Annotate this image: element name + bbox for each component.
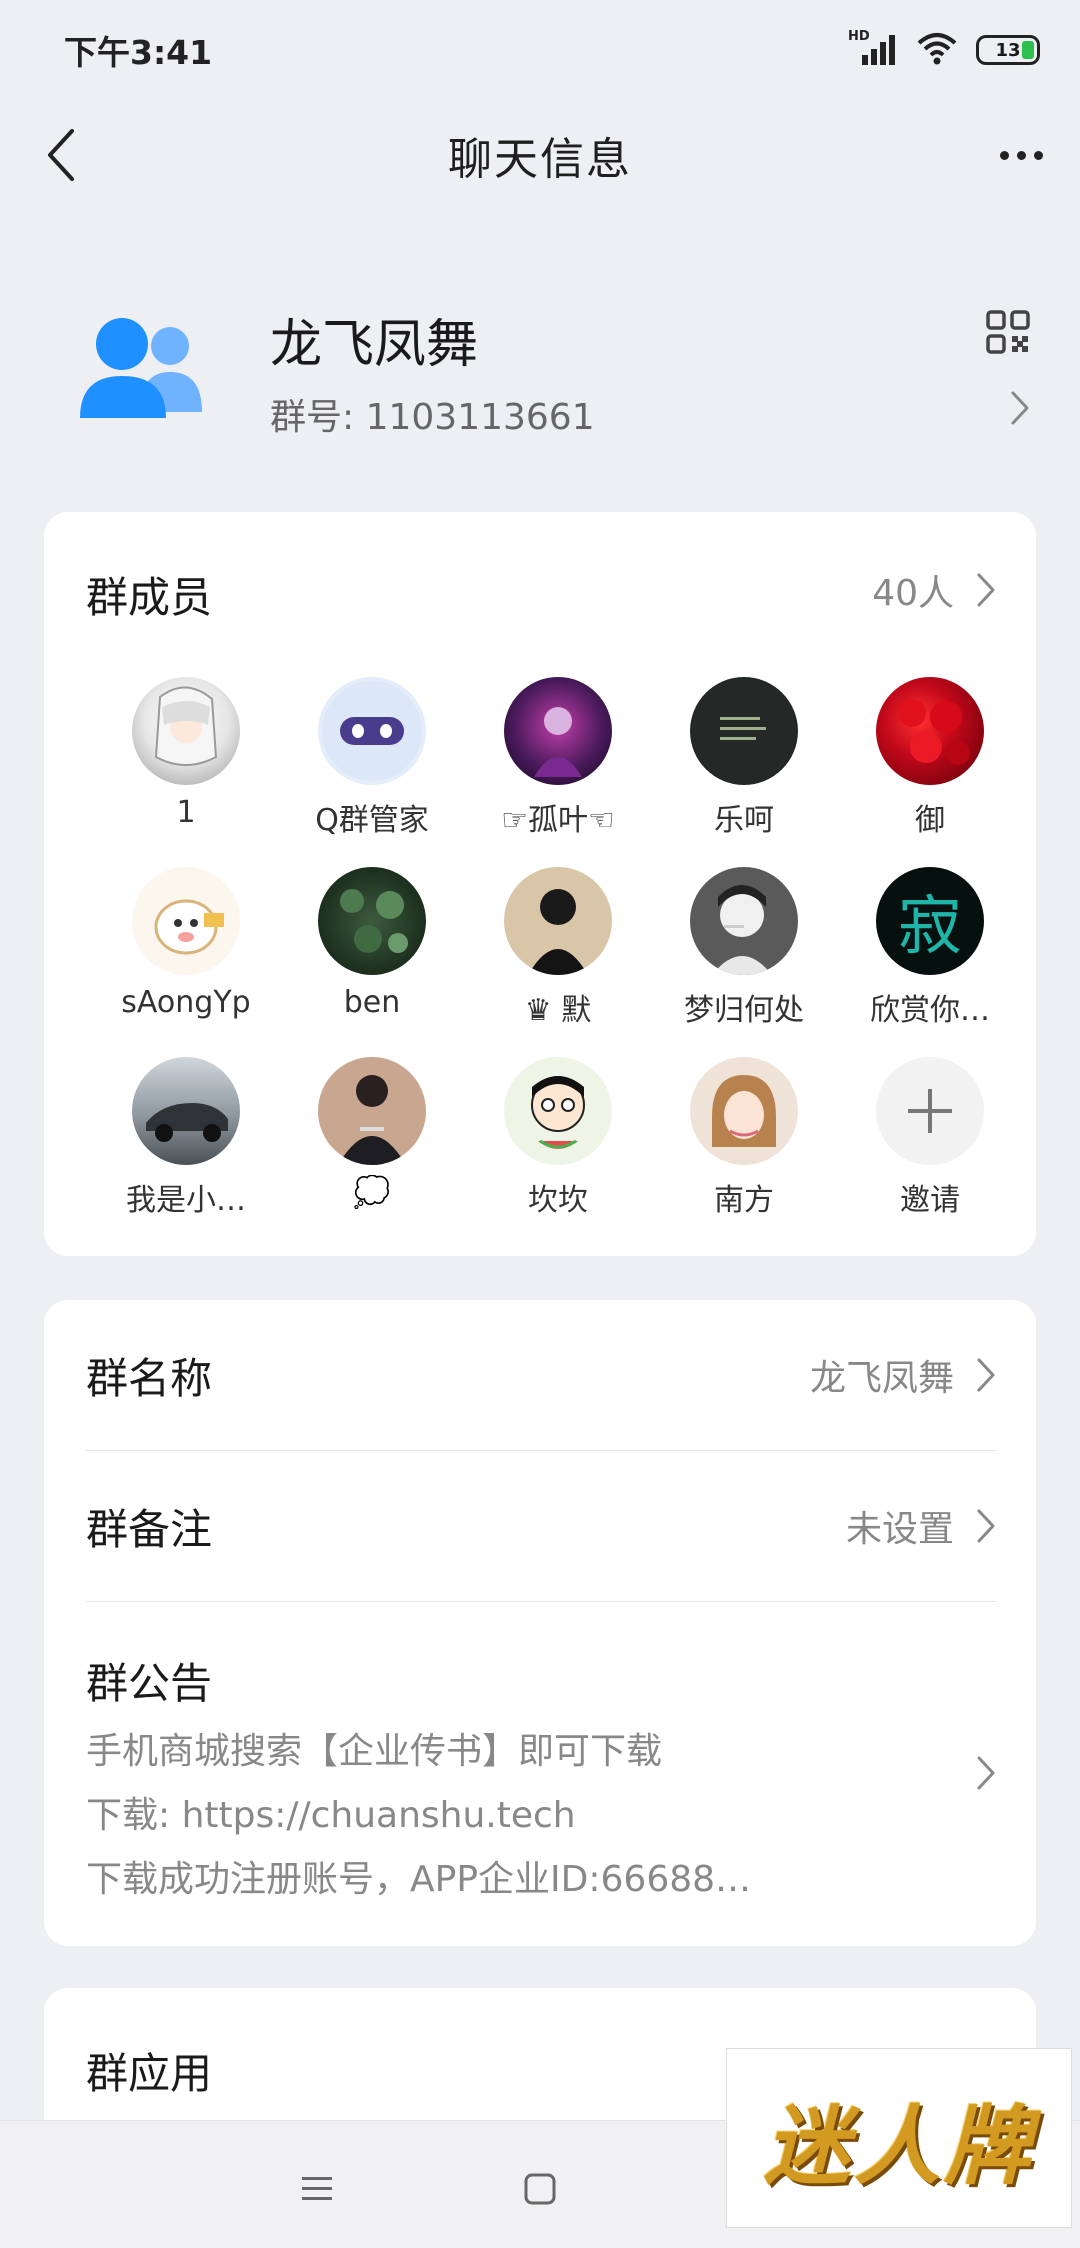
more-dot: [999, 150, 1009, 160]
member-name: ben: [343, 985, 401, 1020]
home-button[interactable]: [510, 2159, 570, 2219]
members-count-link[interactable]: 40人: [872, 564, 996, 616]
back-button[interactable]: [30, 125, 90, 185]
member-avatar: [318, 867, 426, 975]
group-remark-value: 未设置: [845, 1509, 954, 1550]
member-item[interactable]: 梦归何处: [651, 867, 837, 1029]
member-avatar: [318, 1057, 426, 1165]
qr-code-icon[interactable]: [986, 310, 1030, 354]
battery-icon: 13: [976, 35, 1040, 65]
group-remark-row[interactable]: 群备注 未设置: [86, 1451, 996, 1601]
member-item[interactable]: ☞孤叶☜: [465, 677, 651, 839]
divider: [86, 1601, 996, 1602]
more-dot: [1033, 150, 1043, 160]
member-item[interactable]: 寂 欣赏你…: [837, 867, 1023, 1029]
group-profile[interactable]: 龙飞凤舞 群号: 1103113661: [0, 280, 1080, 470]
member-item[interactable]: 1: [93, 677, 279, 830]
member-avatar: [504, 1057, 612, 1165]
member-item[interactable]: 乐呵: [651, 677, 837, 839]
group-name-label: 群名称: [86, 1353, 213, 1403]
more-dot: [1016, 150, 1026, 160]
chevron-right-icon: [977, 1509, 995, 1543]
member-name: 乐呵: [714, 803, 774, 838]
group-name: 龙飞凤舞: [270, 315, 479, 375]
wifi-icon: [916, 31, 958, 69]
member-name: 梦归何处: [684, 993, 804, 1028]
member-name: 1: [176, 795, 196, 830]
invite-button[interactable]: 邀请: [837, 1057, 1023, 1219]
member-name: 南方: [714, 1183, 774, 1218]
group-remark-label: 群备注: [86, 1504, 213, 1554]
watermark-logo: 迷人牌: [726, 2048, 1072, 2228]
group-number: 群号: 1103113661: [270, 397, 595, 438]
members-title: 群成员: [86, 573, 213, 622]
member-avatar: [690, 1057, 798, 1165]
group-settings-card: 群名称 龙飞凤舞 群备注 未设置 群公告 手机商城搜索【企业传书】即可下载 下载…: [44, 1300, 1036, 1946]
announcement-label: 群公告: [86, 1659, 213, 1708]
chevron-left-icon: [48, 129, 74, 181]
menu-icon: [302, 2177, 332, 2200]
chevron-right-icon: [977, 1358, 995, 1392]
member-name: 💭: [353, 1175, 391, 1210]
more-button[interactable]: [988, 125, 1054, 185]
menu-button[interactable]: [287, 2159, 347, 2219]
page-title: 聊天信息: [448, 134, 632, 185]
chevron-right-icon: [977, 573, 995, 607]
member-avatar: 寂: [876, 867, 984, 975]
announcement-line: 手机商城搜索【企业传书】即可下载: [86, 1731, 663, 1772]
plus-icon: [876, 1057, 984, 1165]
member-avatar: [504, 677, 612, 785]
member-avatar: [690, 867, 798, 975]
member-name: ♛ 默: [524, 993, 592, 1028]
home-square-icon: [524, 2173, 556, 2205]
member-name: 坎坎: [528, 1183, 588, 1218]
group-users-icon: [80, 318, 202, 418]
apps-title: 群应用: [86, 2049, 213, 2098]
member-item[interactable]: ben: [279, 867, 465, 1020]
member-name: Q群管家: [315, 803, 429, 838]
status-icons: HD 13: [848, 29, 1040, 69]
member-avatar: [876, 677, 984, 785]
member-item[interactable]: sAongYp: [93, 867, 279, 1020]
status-time: 下午3:41: [64, 33, 213, 72]
invite-label: 邀请: [900, 1183, 960, 1218]
chevron-right-icon: [977, 1756, 995, 1790]
group-name-value: 龙飞凤舞: [809, 1358, 954, 1399]
member-item[interactable]: 坎坎: [465, 1057, 651, 1219]
member-avatar: [132, 867, 240, 975]
member-name: 我是小…: [126, 1183, 246, 1218]
member-item[interactable]: ♛ 默: [465, 867, 651, 1029]
member-item[interactable]: Q群管家: [279, 677, 465, 839]
watermark-text: 迷人牌: [764, 2095, 1034, 2197]
announcement-line: 下载: https://chuanshu.tech: [86, 1795, 576, 1836]
announcement-line: 下载成功注册账号，APP企业ID:66688…: [86, 1859, 752, 1900]
member-avatar: [132, 677, 240, 785]
member-name: 御: [915, 803, 945, 838]
top-app-bar: 聊天信息: [0, 100, 1080, 210]
member-item[interactable]: 💭: [279, 1057, 465, 1210]
member-name: sAongYp: [121, 985, 251, 1020]
battery-level: 13: [995, 39, 1021, 61]
member-item[interactable]: 我是小…: [93, 1057, 279, 1219]
signal-icon: HD: [848, 29, 898, 67]
status-bar: 下午3:41 HD 13: [0, 0, 1080, 100]
member-avatar: [504, 867, 612, 975]
member-name: 欣赏你…: [870, 993, 990, 1028]
member-item[interactable]: 南方: [651, 1057, 837, 1219]
group-members-card: 群成员 40人 1 Q群管家 ☞孤叶☜ 乐呵 御 sAongYp ben ♛ 默…: [44, 512, 1036, 1256]
members-count: 40人: [872, 573, 954, 614]
member-item[interactable]: 御: [837, 677, 1023, 839]
group-announcement[interactable]: 群公告 手机商城搜索【企业传书】即可下载 下载: https://chuansh…: [86, 1650, 996, 1903]
member-avatar: [318, 677, 426, 785]
chevron-right-icon: [1011, 391, 1029, 425]
member-avatar: [132, 1057, 240, 1165]
member-name: ☞孤叶☜: [501, 803, 615, 838]
calligraphy-avatar-glyph: 寂: [898, 890, 962, 964]
member-avatar: [690, 677, 798, 785]
group-name-row[interactable]: 群名称 龙飞凤舞: [86, 1300, 996, 1450]
